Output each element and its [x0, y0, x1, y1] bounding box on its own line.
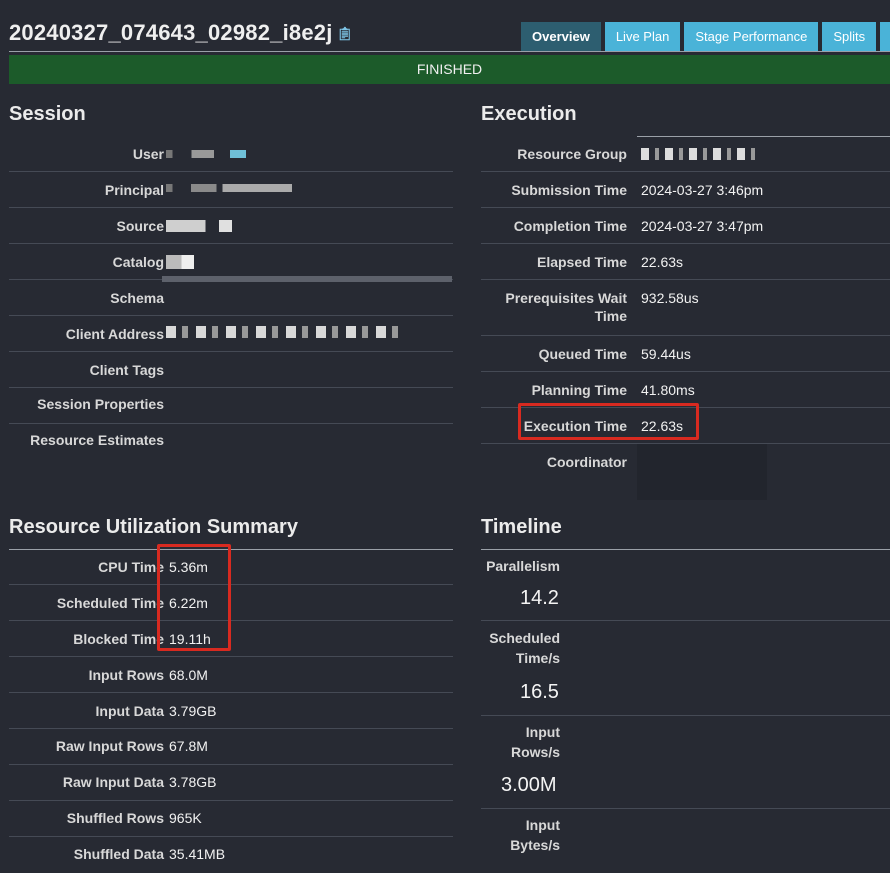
- execution-row-elapsed-time: Elapsed Time 22.63s: [481, 244, 890, 280]
- resource-label-shuffled-data: Shuffled Data: [73, 846, 164, 862]
- copy-clipboard-icon[interactable]: 📋︎: [337, 26, 354, 42]
- tab-json[interactable]: J: [880, 22, 890, 51]
- session-label-client-tags: Client Tags: [89, 362, 164, 378]
- timeline-label-parallelism: Parallelism: [486, 558, 560, 574]
- resource-label-raw-input-data: Raw Input Data: [62, 774, 164, 790]
- session-label-schema: Schema: [110, 290, 164, 306]
- session-label-catalog: Catalog: [112, 254, 164, 270]
- session-label-user: User: [132, 146, 164, 162]
- timeline-heading: Timeline: [481, 516, 562, 538]
- execution-label-resource-group: Resource Group: [517, 146, 627, 162]
- tab-overview[interactable]: Overview: [521, 22, 601, 51]
- execution-row-prerequisites-wait-time: Prerequisites Wait Time 932.58us: [481, 280, 890, 336]
- session-value-catalog-redacted: [166, 255, 194, 269]
- execution-time-highlight: [518, 403, 699, 440]
- execution-value-resource-group-redacted: [641, 148, 759, 160]
- session-value-principal-redacted: [166, 184, 292, 192]
- resource-row-cpu-time: CPU Time 5.36m: [9, 549, 453, 585]
- session-label-resource-estimates: Resource Estimates: [30, 432, 164, 448]
- resource-value-raw-input-rows: 67.8M: [169, 738, 208, 754]
- execution-value-queued-time: 59.44us: [641, 346, 691, 362]
- resource-value-input-rows: 68.0M: [169, 667, 208, 683]
- resource-value-shuffled-data: 35.41MB: [169, 846, 226, 862]
- tab-bar: Overview Live Plan Stage Performance Spl…: [521, 22, 890, 51]
- execution-value-prerequisites-wait-time: 932.58us: [641, 290, 699, 306]
- execution-label-elapsed-time: Elapsed Time: [536, 254, 627, 270]
- session-label-principal: Principal: [104, 182, 164, 198]
- timeline-heading-line: [481, 549, 890, 550]
- execution-label-prerequisites-wait-time: Prerequisites Wait Time: [505, 290, 627, 324]
- resource-value-raw-input-data: 3.78GB: [169, 774, 217, 790]
- execution-label-submission-time: Submission Time: [511, 182, 627, 198]
- execution-heading: Execution: [481, 103, 577, 125]
- session-row-catalog: Catalog: [9, 244, 453, 282]
- resource-row-raw-input-rows: Raw Input Rows 67.8M: [9, 729, 453, 765]
- timeline-label-input-bytes-per-s: Input Bytes/s: [510, 817, 560, 853]
- coordinator-value-cell: [637, 444, 767, 500]
- tab-stage-performance[interactable]: Stage Performance: [684, 22, 819, 51]
- session-label-source: Source: [116, 218, 164, 234]
- resource-value-input-data: 3.79GB: [169, 703, 217, 719]
- session-row-session-properties: Session Properties: [9, 388, 453, 424]
- resource-label-shuffled-rows: Shuffled Rows: [66, 810, 164, 826]
- execution-row-completion-time: Completion Time 2024-03-27 3:47pm: [481, 208, 890, 244]
- cpu-time-highlight: [157, 544, 231, 651]
- execution-value-planning-time: 41.80ms: [641, 382, 695, 398]
- execution-label-completion-time: Completion Time: [513, 218, 627, 234]
- execution-row-queued-time: Queued Time 59.44us: [481, 336, 890, 372]
- execution-row-resource-group: Resource Group: [481, 136, 890, 172]
- execution-value-completion-time: 2024-03-27 3:47pm: [641, 218, 764, 234]
- session-row-source: Source: [9, 208, 453, 244]
- session-row-principal: Principal: [9, 172, 453, 208]
- execution-value-submission-time: 2024-03-27 3:46pm: [641, 182, 764, 198]
- tab-splits[interactable]: Splits: [822, 22, 877, 51]
- session-value-source-redacted: [166, 220, 232, 232]
- timeline-value-parallelism: 14.2: [520, 587, 559, 609]
- timeline-divider-1: [481, 620, 890, 621]
- session-row-user: User: [9, 136, 453, 172]
- resource-row-raw-input-data: Raw Input Data 3.78GB: [9, 765, 453, 801]
- resource-row-shuffled-rows: Shuffled Rows 965K: [9, 801, 453, 837]
- timeline-value-input-rows-per-s: 3.00M: [501, 774, 557, 796]
- tab-live-plan[interactable]: Live Plan: [604, 22, 681, 51]
- execution-row-submission-time: Submission Time 2024-03-27 3:46pm: [481, 172, 890, 208]
- session-label-client-address: Client Address: [65, 326, 164, 342]
- resource-label-scheduled-time: Scheduled Time: [56, 595, 164, 611]
- timeline-value-scheduled-time-per-s: 16.5: [520, 681, 559, 703]
- timeline-label-scheduled-time-per-s: Scheduled Time/s: [489, 630, 560, 666]
- session-value-client-address-redacted: [166, 326, 402, 338]
- query-id-text: 20240327_074643_02982_i8e2j: [9, 20, 333, 45]
- resource-label-input-data: Input Data: [95, 703, 164, 719]
- resource-label-cpu-time: CPU Time: [98, 559, 164, 575]
- resource-row-input-data: Input Data 3.79GB: [9, 693, 453, 729]
- resource-label-raw-input-rows: Raw Input Rows: [55, 738, 164, 754]
- resource-row-shuffled-data: Shuffled Data 35.41MB: [9, 837, 453, 873]
- resource-row-input-rows: Input Rows 68.0M: [9, 657, 453, 693]
- session-row-schema: Schema: [9, 280, 453, 316]
- resource-row-scheduled-time: Scheduled Time 6.22m: [9, 585, 453, 621]
- session-heading: Session: [9, 103, 86, 125]
- session-label-session-properties: Session Properties: [37, 396, 164, 412]
- session-row-client-tags: Client Tags: [9, 352, 453, 388]
- query-id-title: 20240327_074643_02982_i8e2j 📋︎: [9, 20, 353, 46]
- resource-label-input-rows: Input Rows: [88, 667, 164, 683]
- resource-row-blocked-time: Blocked Time 19.11h: [9, 621, 453, 657]
- resource-utilization-heading: Resource Utilization Summary: [9, 516, 298, 538]
- query-status-bar: FINISHED: [9, 55, 890, 84]
- resource-label-blocked-time: Blocked Time: [73, 631, 164, 647]
- timeline-label-input-rows-per-s: Input Rows/s: [510, 724, 560, 760]
- timeline-divider-3: [481, 808, 890, 809]
- execution-label-coordinator: Coordinator: [546, 454, 627, 470]
- execution-value-elapsed-time: 22.63s: [641, 254, 684, 270]
- session-value-user-redacted: [166, 150, 246, 158]
- session-row-resource-estimates: Resource Estimates: [9, 424, 453, 460]
- execution-label-queued-time: Queued Time: [538, 346, 627, 362]
- resource-value-shuffled-rows: 965K: [169, 810, 202, 826]
- header-divider: [9, 51, 890, 52]
- execution-label-planning-time: Planning Time: [531, 382, 627, 398]
- timeline-divider-2: [481, 715, 890, 716]
- session-row-client-address: Client Address: [9, 316, 453, 352]
